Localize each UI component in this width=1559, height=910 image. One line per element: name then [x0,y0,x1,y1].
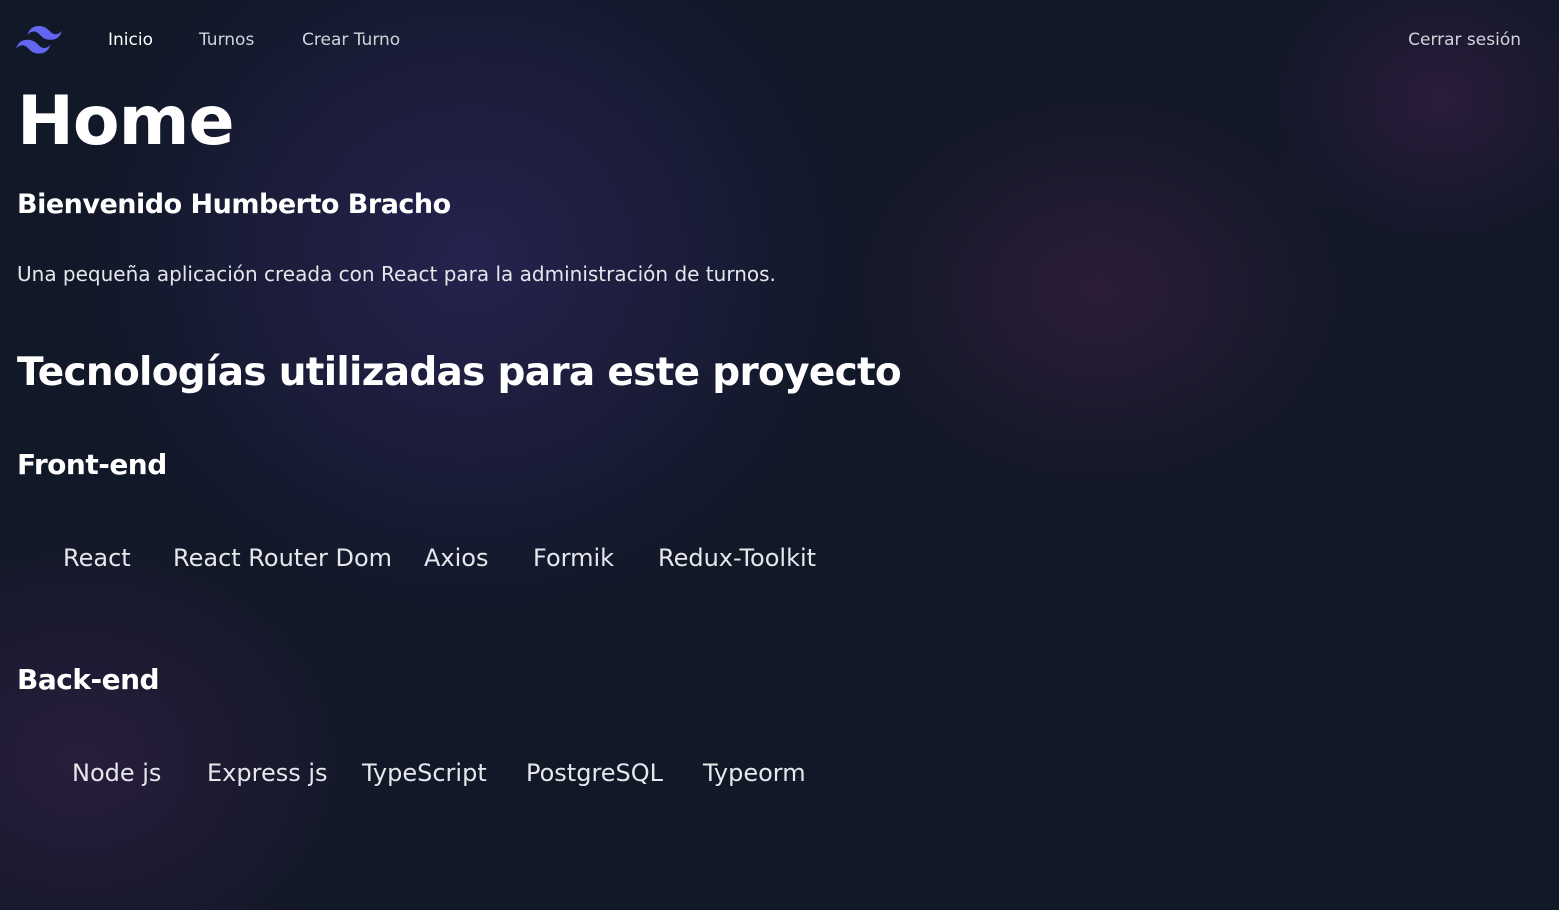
tech-item-express-js: Express js [207,759,328,787]
tech-item-axios: Axios [424,544,489,572]
tech-item-typeorm: Typeorm [703,759,806,787]
page-title: Home [17,82,235,161]
technologies-heading: Tecnologías utilizadas para este proyect… [17,350,902,395]
tech-item-node-js: Node js [72,759,162,787]
tech-item-react-router-dom: React Router Dom [173,544,393,572]
top-navbar: Inicio Turnos Crear Turno Cerrar sesión [0,0,1559,80]
tech-item-typescript: TypeScript [362,759,487,787]
nav-link-turnos[interactable]: Turnos [199,29,254,51]
tech-item-react: React [63,544,131,572]
nav-link-inicio[interactable]: Inicio [108,29,153,51]
tech-item-postgresql: PostgreSQL [526,759,664,787]
welcome-heading: Bienvenido Humberto Bracho [17,189,451,220]
backend-heading: Back-end [17,663,160,696]
tech-item-formik: Formik [533,544,615,572]
tech-item-redux-toolkit: Redux-Toolkit [658,544,817,572]
tailwind-wave-icon[interactable] [16,26,62,54]
logout-link[interactable]: Cerrar sesión [1408,29,1521,51]
backend-tech-list: Node js Express js TypeScript PostgreSQL… [0,757,900,791]
app-description: Una pequeña aplicación creada con React … [17,262,776,286]
nav-link-crear-turno[interactable]: Crear Turno [302,29,400,51]
frontend-tech-list: React React Router Dom Axios Formik Redu… [0,542,900,576]
frontend-heading: Front-end [17,448,167,481]
